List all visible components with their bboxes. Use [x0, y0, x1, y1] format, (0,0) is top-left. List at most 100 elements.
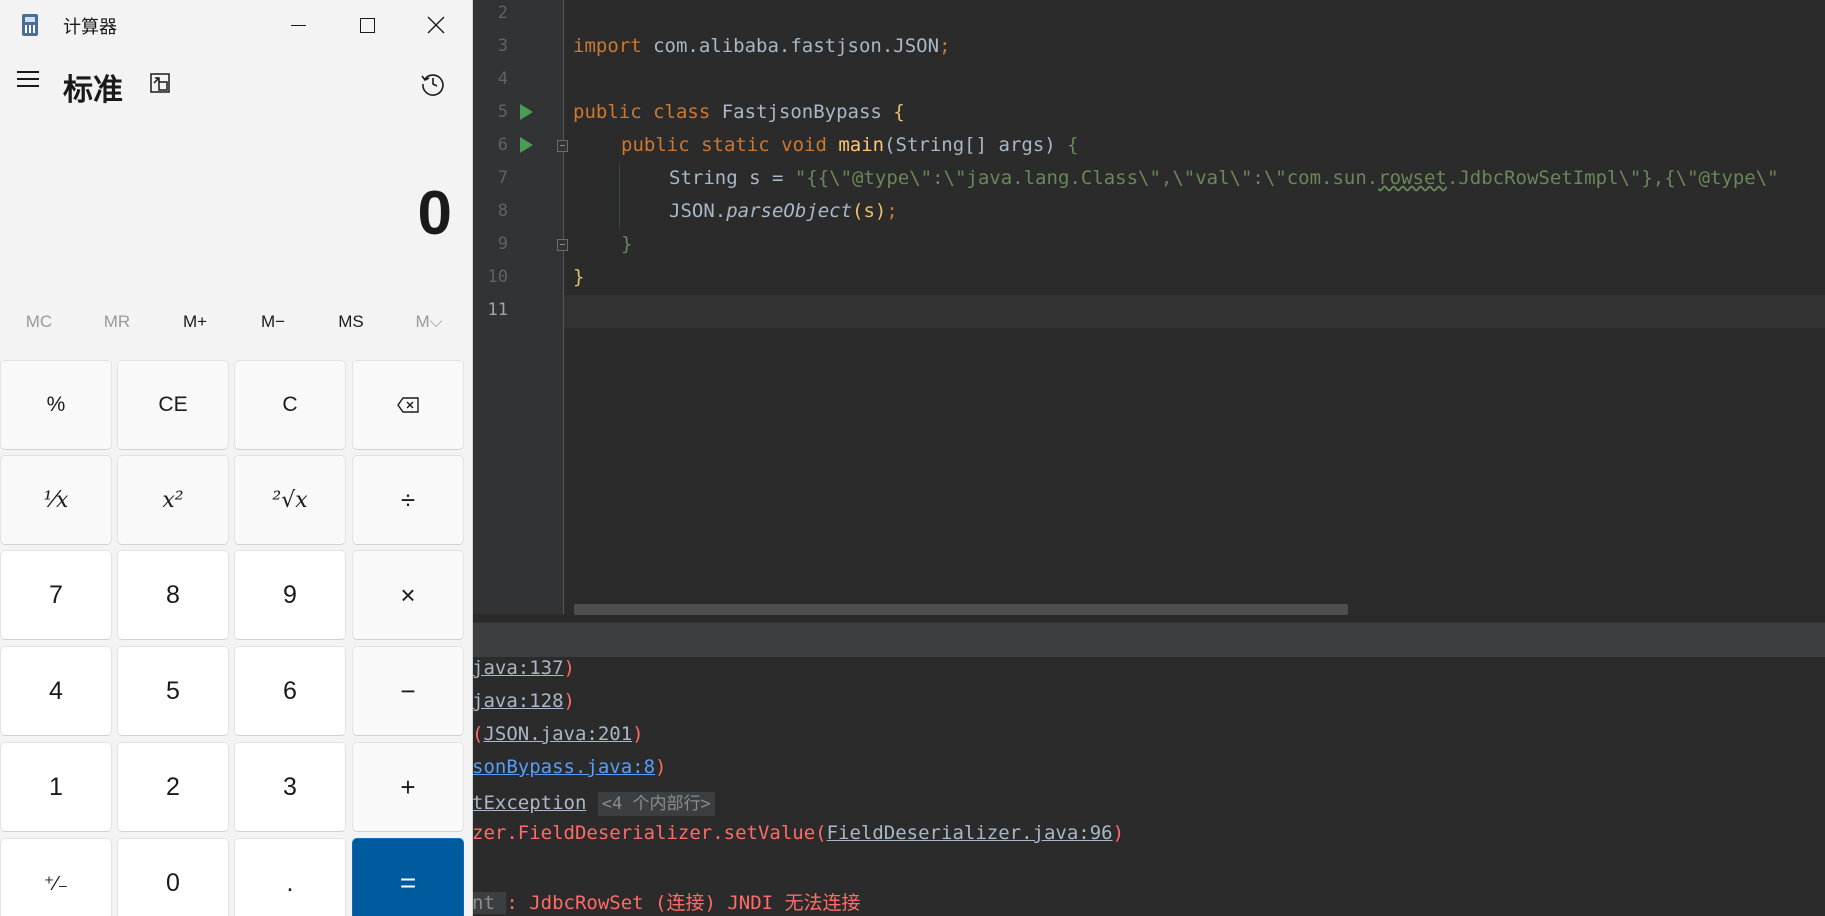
digit-7-button[interactable]: 7	[0, 550, 112, 640]
keep-on-top-button[interactable]	[148, 71, 172, 95]
digit-4-button[interactable]: 4	[0, 646, 112, 736]
string-literal: "{{\"@type\":\"java.lang.Class\",\"val\"…	[794, 167, 1379, 189]
memory-clear-button[interactable]: MC	[0, 312, 78, 332]
string-declaration: String s =	[669, 167, 795, 189]
semicolon: ;	[939, 35, 951, 57]
brace: {	[893, 101, 905, 123]
maximize-icon	[359, 17, 375, 33]
history-button[interactable]	[420, 71, 446, 97]
line-number: 2	[497, 3, 508, 23]
console-line: (JSON.java:201)	[472, 723, 644, 745]
stack-link[interactable]: java:137	[472, 657, 564, 679]
internal-lines-badge[interactable]: <4 个内部行>	[597, 792, 715, 816]
percent-button[interactable]: %	[0, 360, 112, 450]
backspace-button[interactable]	[352, 360, 464, 450]
memory-subtract-button[interactable]: M−	[234, 312, 312, 332]
run-main-icon[interactable]	[520, 137, 533, 153]
fold-icon[interactable]	[557, 239, 568, 251]
square-button[interactable]: x²	[117, 455, 229, 545]
console-output[interactable]: java:137) java:128) (JSON.java:201) sonB…	[472, 657, 1825, 916]
mode-title: 标准	[63, 73, 123, 108]
close-button[interactable]	[402, 0, 470, 50]
stack-frame: zer.FieldDeserializer.setValue(	[472, 822, 827, 844]
console-line: java:137)	[472, 657, 575, 679]
json-object: JSON.	[669, 200, 727, 222]
navigation-menu-button[interactable]	[12, 63, 44, 95]
line-number: 3	[497, 36, 508, 56]
decimal-button[interactable]: .	[234, 838, 346, 916]
paren: )	[655, 756, 667, 778]
digit-3-button[interactable]: 3	[234, 742, 346, 832]
fold-icon[interactable]	[557, 140, 568, 152]
negate-button[interactable]: ⁺⁄₋	[0, 838, 112, 916]
plus-button[interactable]: +	[352, 742, 464, 832]
memory-store-button[interactable]: MS	[312, 312, 390, 332]
calculator-window: 计算器 标准 0 MC MR M+ M− MS M⌵ % CE C ¹⁄x x²…	[0, 0, 473, 916]
divide-button[interactable]: ÷	[352, 455, 464, 545]
stack-link[interactable]: FieldDeserializer.java:96	[827, 822, 1113, 844]
minimize-button[interactable]	[264, 0, 332, 50]
line-number: 5	[497, 102, 508, 122]
digit-8-button[interactable]: 8	[117, 550, 229, 640]
close-icon	[427, 16, 445, 34]
square-label: x²	[162, 487, 184, 513]
paren: )	[563, 657, 575, 679]
title-bar[interactable]: 计算器	[0, 0, 472, 50]
semicolon: ;	[886, 200, 898, 222]
minus-button[interactable]: −	[352, 646, 464, 736]
memory-list-button[interactable]: M⌵	[390, 312, 468, 332]
stack-link[interactable]: java:128	[472, 690, 564, 712]
equals-button[interactable]: =	[352, 838, 464, 916]
stack-link[interactable]: sonBypass.java:8	[472, 756, 655, 778]
typo-word: rowset	[1378, 167, 1447, 189]
current-line-highlight	[564, 295, 1825, 328]
code-line-main: public static void main(String[] args) {	[621, 134, 1079, 156]
digit-5-button[interactable]: 5	[117, 646, 229, 736]
keyword-public-class: public class	[573, 101, 711, 123]
history-icon	[421, 74, 444, 96]
hamburger-icon	[17, 71, 39, 73]
clear-entry-button[interactable]: CE	[117, 360, 229, 450]
line-number: 7	[497, 168, 508, 188]
horizontal-scrollbar[interactable]	[574, 604, 1348, 615]
multiply-button[interactable]: ×	[352, 550, 464, 640]
keep-on-top-icon	[150, 73, 170, 93]
maximize-button[interactable]	[333, 0, 401, 50]
paren: )	[563, 690, 575, 712]
digit-2-button[interactable]: 2	[117, 742, 229, 832]
digit-1-button[interactable]: 1	[0, 742, 112, 832]
console-line: nt : JdbcRowSet (连接) JNDI 无法连接	[472, 888, 861, 915]
paren: )	[1112, 822, 1125, 844]
error-message: : JdbcRowSet (连接) JNDI 无法连接	[506, 892, 861, 914]
digit-9-button[interactable]: 9	[234, 550, 346, 640]
sqrt-label: ²√x	[272, 487, 308, 513]
brace: {	[1067, 134, 1079, 156]
parse-object-method: parseObject	[726, 200, 853, 222]
code-line-close-method: }	[621, 233, 633, 255]
backspace-icon	[397, 397, 419, 413]
stack-link[interactable]: JSON.java:201	[483, 723, 632, 745]
line-number: 4	[497, 69, 508, 89]
console-line: tException <4 个内部行>	[472, 789, 715, 816]
memory-add-button[interactable]: M+	[156, 312, 234, 332]
method-args: (String[] args)	[884, 134, 1068, 156]
digit-0-button[interactable]: 0	[117, 838, 229, 916]
console-line: sonBypass.java:8)	[472, 756, 666, 778]
class-name: FastjsonBypass	[710, 101, 894, 123]
memory-recall-button[interactable]: MR	[78, 312, 156, 332]
reciprocal-label: ¹⁄x	[43, 487, 69, 513]
import-path: com.alibaba.fastjson.JSON	[641, 35, 940, 57]
stack-link[interactable]: tException	[472, 792, 586, 814]
code-line-string: String s = "{{\"@type\":\"java.lang.Clas…	[669, 167, 1779, 189]
hamburger-icon	[17, 78, 39, 80]
line-number: 8	[497, 201, 508, 221]
keyword-public-static-void: public static void	[621, 134, 827, 156]
clear-button[interactable]: C	[234, 360, 346, 450]
reciprocal-button[interactable]: ¹⁄x	[0, 455, 112, 545]
run-panel-header	[472, 622, 1825, 658]
hamburger-icon	[17, 85, 39, 87]
run-class-icon[interactable]	[520, 104, 533, 120]
line-number: 6	[497, 135, 508, 155]
digit-6-button[interactable]: 6	[234, 646, 346, 736]
square-root-button[interactable]: ²√x	[234, 455, 346, 545]
